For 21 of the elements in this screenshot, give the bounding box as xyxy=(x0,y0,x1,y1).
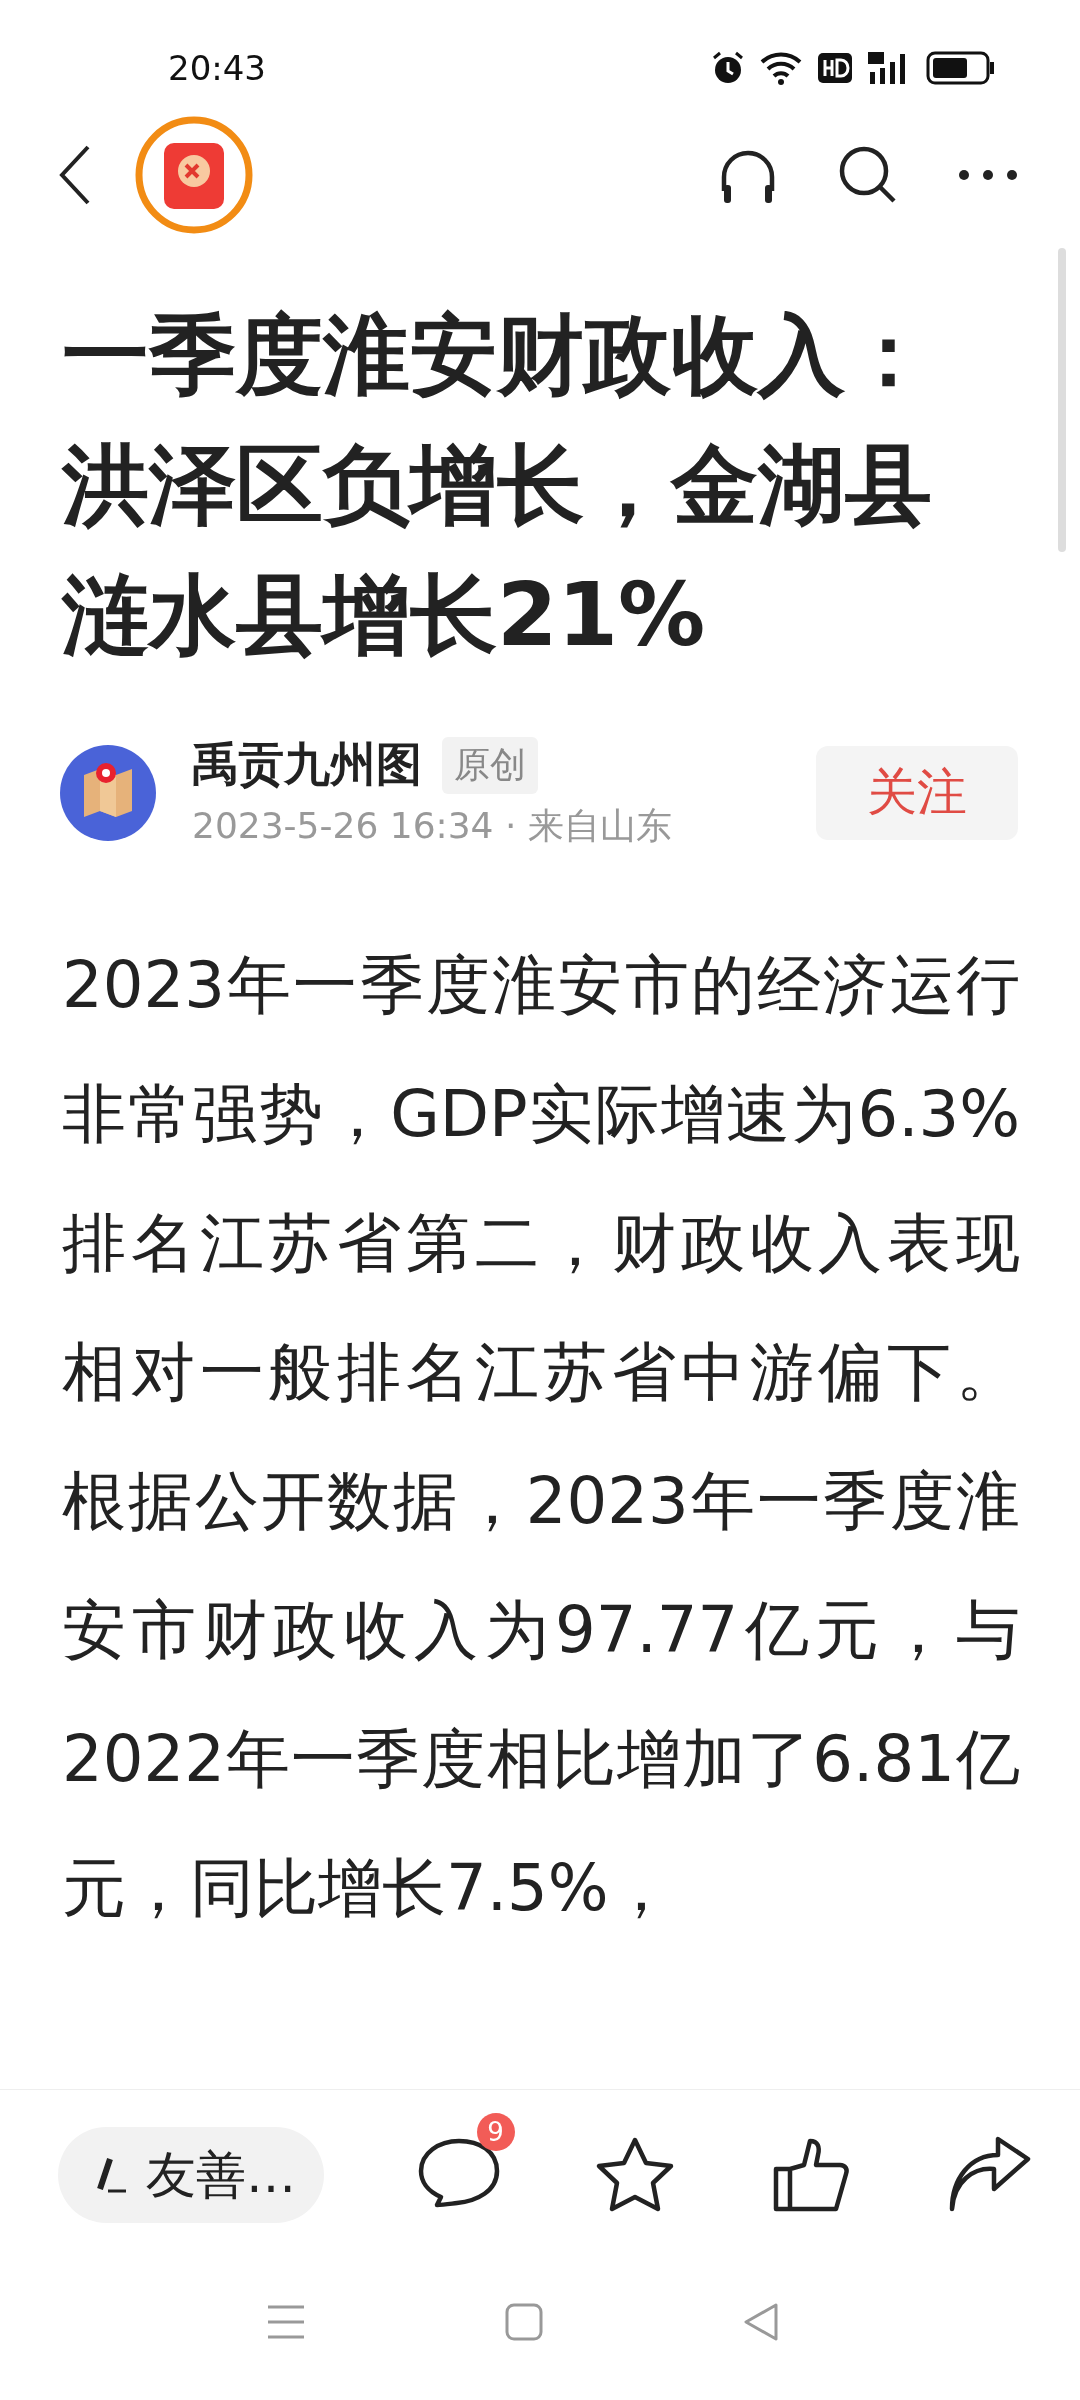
scrollbar[interactable] xyxy=(1058,248,1066,552)
article-paragraph: 2023年一季度淮安市的经济运行非常强势，GDP实际增速为6.3%排名江苏省第二，财政收入表现相对一般排名江苏省中游偏下。根据公开数据，2023年一季度淮安市财政收入为97.77亿元，与2022年一季度相比增加了6.81亿元，同比增长7.5%， xyxy=(62,947,1020,1927)
home-icon[interactable] xyxy=(505,2303,543,2341)
back-icon[interactable] xyxy=(58,145,92,205)
wifi-icon xyxy=(760,50,804,86)
follow-button[interactable]: 关注 xyxy=(816,745,1018,840)
post-meta: 2023-5-26 16:34 · 来自山东 xyxy=(192,804,673,848)
battery-icon xyxy=(926,51,996,85)
menu-icon[interactable] xyxy=(266,2304,306,2340)
author-name[interactable]: 禹贡九州图 xyxy=(192,734,422,796)
comment-count-badge: 9 xyxy=(476,2113,515,2151)
status-time: 20:43 xyxy=(168,48,266,90)
alarm-icon xyxy=(710,50,746,86)
back-nav-icon[interactable] xyxy=(742,2302,780,2342)
article-title: 一季度淮安财政收入：洪泽区负增长，金湖县涟水县增长21% xyxy=(62,303,933,668)
hd-icon xyxy=(818,53,852,83)
more-icon[interactable] xyxy=(956,167,1020,183)
comment-field[interactable]: 友善… xyxy=(58,2127,324,2223)
map-avatar-icon[interactable] xyxy=(60,744,156,841)
original-badge: 原创 xyxy=(442,736,538,794)
pen-icon xyxy=(96,2155,128,2195)
